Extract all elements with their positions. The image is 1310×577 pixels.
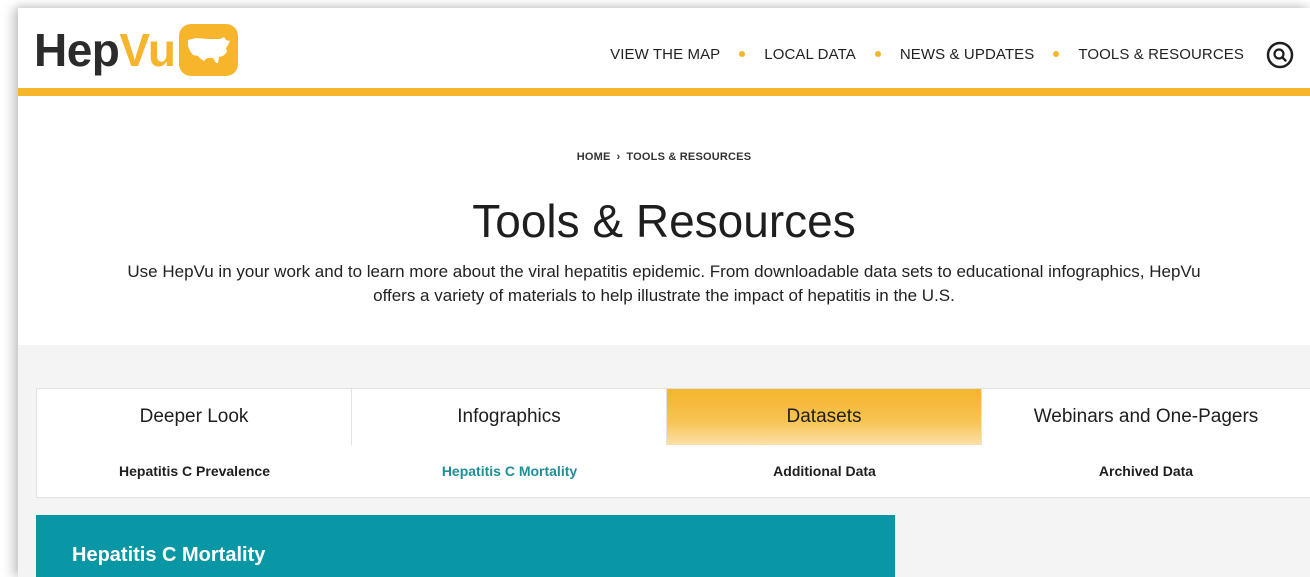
- breadcrumb-home[interactable]: HOME: [577, 151, 611, 163]
- logo-text-hep: Hep: [34, 24, 120, 76]
- tab-webinars-one-pagers[interactable]: Webinars and One-Pagers: [982, 389, 1310, 445]
- section-title: Hepatitis C Mortality: [72, 544, 266, 566]
- subtab-hepatitis-c-prevalence[interactable]: Hepatitis C Prevalence: [37, 445, 352, 497]
- tab-label: Infographics: [457, 406, 561, 427]
- breadcrumb-current: TOOLS & RESOURCES: [626, 151, 752, 163]
- section-banner: Hepatitis C Mortality: [36, 515, 895, 577]
- nav-view-the-map[interactable]: VIEW THE MAP: [610, 46, 720, 63]
- us-map-icon: [179, 24, 239, 76]
- tab-infographics[interactable]: Infographics: [352, 389, 667, 445]
- site-header: Hep Vu VIEW THE MAP LOCAL DATA NEWS & UP…: [18, 8, 1310, 96]
- search-icon: [1266, 41, 1294, 69]
- resource-tabs: Deeper Look Infographics Datasets Webina…: [36, 388, 1310, 453]
- tab-datasets[interactable]: Datasets: [667, 389, 982, 453]
- logo-text-vu: Vu: [119, 24, 176, 76]
- page-frame: Hep Vu VIEW THE MAP LOCAL DATA NEWS & UP…: [18, 8, 1310, 577]
- tab-label: Datasets: [786, 406, 862, 427]
- breadcrumb: HOME › TOOLS & RESOURCES: [18, 151, 1310, 163]
- nav-news-updates[interactable]: NEWS & UPDATES: [900, 46, 1034, 63]
- page-title: Tools & Resources: [472, 195, 856, 247]
- breadcrumb-separator: ›: [616, 151, 621, 163]
- nav-tools-resources[interactable]: TOOLS & RESOURCES: [1078, 46, 1244, 63]
- tab-deeper-look[interactable]: Deeper Look: [37, 389, 352, 445]
- intro-text: Use HepVu in your work and to learn more…: [127, 262, 1201, 305]
- nav-separator-dot: [1053, 51, 1060, 57]
- nav-separator-dot: [874, 51, 881, 57]
- main-nav: VIEW THE MAP LOCAL DATA NEWS & UPDATES T…: [610, 44, 1244, 64]
- hepvu-logo[interactable]: Hep Vu: [34, 22, 239, 78]
- dataset-subtabs: Hepatitis C Prevalence Hepatitis C Morta…: [36, 445, 1310, 498]
- tab-label: Deeper Look: [139, 406, 249, 427]
- nav-local-data[interactable]: LOCAL DATA: [764, 46, 856, 63]
- subtab-archived-data[interactable]: Archived Data: [982, 445, 1310, 497]
- nav-separator-dot: [739, 51, 746, 57]
- subtab-additional-data[interactable]: Additional Data: [667, 445, 982, 497]
- search-button[interactable]: [1266, 41, 1294, 69]
- tab-label: Webinars and One-Pagers: [1033, 406, 1259, 427]
- subtab-hepatitis-c-mortality[interactable]: Hepatitis C Mortality: [352, 445, 667, 497]
